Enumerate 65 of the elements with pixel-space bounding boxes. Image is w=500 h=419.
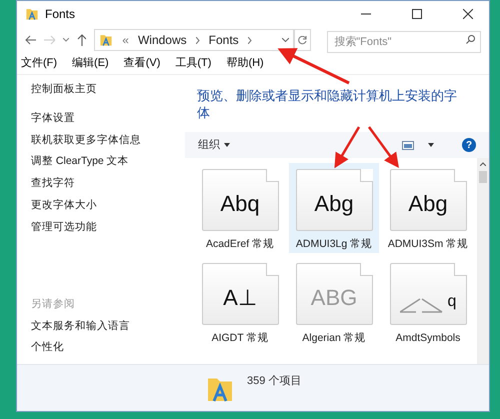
- font-sample: Abq: [220, 190, 260, 218]
- sidebar-link[interactable]: 查找字符: [31, 176, 185, 192]
- font-tile[interactable]: A⊥ AIGDT 常规: [195, 257, 285, 347]
- refresh-icon: [298, 36, 308, 44]
- scrollbar[interactable]: [477, 158, 489, 364]
- scrollbar-thumb[interactable]: [479, 171, 487, 183]
- font-name: ADMUI3Sm 常规: [386, 238, 470, 251]
- fonts-folder-icon: [99, 33, 114, 47]
- close-icon[interactable]: [463, 9, 473, 19]
- font-sample: q: [448, 292, 456, 312]
- breadcrumb[interactable]: Fonts: [208, 31, 239, 49]
- fonts-folder-icon: [25, 7, 39, 21]
- sidebar-link[interactable]: 管理可选功能: [31, 220, 185, 236]
- organize-button[interactable]: 组织: [198, 136, 230, 154]
- font-name: AmdtSymbols: [394, 332, 462, 345]
- sidebar-link[interactable]: 控制面板主页: [31, 82, 185, 98]
- font-tile[interactable]: Abg ADMUI3Lg 常规: [289, 163, 379, 253]
- search-icon: [466, 35, 475, 44]
- font-tile[interactable]: ABG Algerian 常规: [289, 257, 379, 347]
- menu-item[interactable]: 工具(T): [175, 55, 212, 72]
- see-also-header: 另请参阅: [31, 296, 76, 312]
- menu-item[interactable]: 查看(V): [124, 55, 160, 72]
- back-arrow-icon[interactable]: [25, 35, 36, 45]
- sidebar-link[interactable]: 更改字体大小: [31, 198, 185, 214]
- chevron-icon: [196, 36, 200, 44]
- font-sample: A⊥: [223, 284, 257, 312]
- sidebar-link[interactable]: 字体设置: [31, 110, 185, 126]
- caret-icon: [224, 143, 230, 147]
- breadcrumb-overflow[interactable]: «: [122, 31, 129, 49]
- caret-icon[interactable]: [428, 143, 434, 147]
- refresh-button[interactable]: [294, 29, 312, 51]
- sidebar-link[interactable]: 调整 ClearType 文本: [31, 154, 185, 170]
- address-bar[interactable]: « Windows Fonts: [94, 29, 294, 51]
- dropdown-caret-icon[interactable]: [282, 38, 290, 42]
- font-sample: Abg: [314, 190, 354, 218]
- sidebar-link[interactable]: 联机获取更多字体信息: [31, 132, 185, 148]
- menu-item[interactable]: 文件(F): [21, 55, 58, 72]
- font-tile[interactable]: Abg ADMUI3Sm 常规: [383, 163, 473, 253]
- breadcrumb[interactable]: Windows: [138, 31, 187, 49]
- search-field[interactable]: 搜索"Fonts": [327, 31, 481, 53]
- font-name: ADMUI3Lg 常规: [294, 238, 374, 251]
- annotation-arrow: [334, 126, 360, 168]
- maximize-icon[interactable]: [412, 9, 422, 19]
- scroll-up-icon[interactable]: [480, 162, 486, 166]
- window-title: Fonts: [45, 6, 76, 23]
- font-sample: ABG: [310, 284, 358, 312]
- font-name: AcadEref 常规: [204, 238, 276, 251]
- view-icon[interactable]: [402, 140, 414, 150]
- item-count: 359 个项目: [247, 374, 302, 389]
- chevron-icon: [248, 36, 252, 44]
- menu-item[interactable]: 帮助(H): [226, 55, 264, 72]
- dropdown-caret-icon[interactable]: [63, 38, 69, 42]
- font-name: AIGDT 常规: [210, 332, 270, 345]
- font-sample: Abg: [408, 190, 448, 218]
- page-heading: 预览、删除或者显示和隐藏计算机上安装的字体: [197, 87, 458, 121]
- font-tile[interactable]: q AmdtSymbols: [383, 257, 473, 347]
- font-name: Algerian 常规: [301, 332, 367, 345]
- sidebar-link[interactable]: 个性化: [31, 340, 185, 356]
- font-tile[interactable]: Abq AcadEref 常规: [195, 163, 285, 253]
- sidebar-link[interactable]: 文本服务和输入语言: [31, 318, 185, 334]
- annotation-arrow: [368, 126, 399, 168]
- up-arrow-icon[interactable]: [76, 34, 86, 46]
- folded-corner: [360, 169, 372, 182]
- menu-item[interactable]: 编辑(E): [72, 55, 109, 72]
- help-button[interactable]: ?: [462, 138, 476, 152]
